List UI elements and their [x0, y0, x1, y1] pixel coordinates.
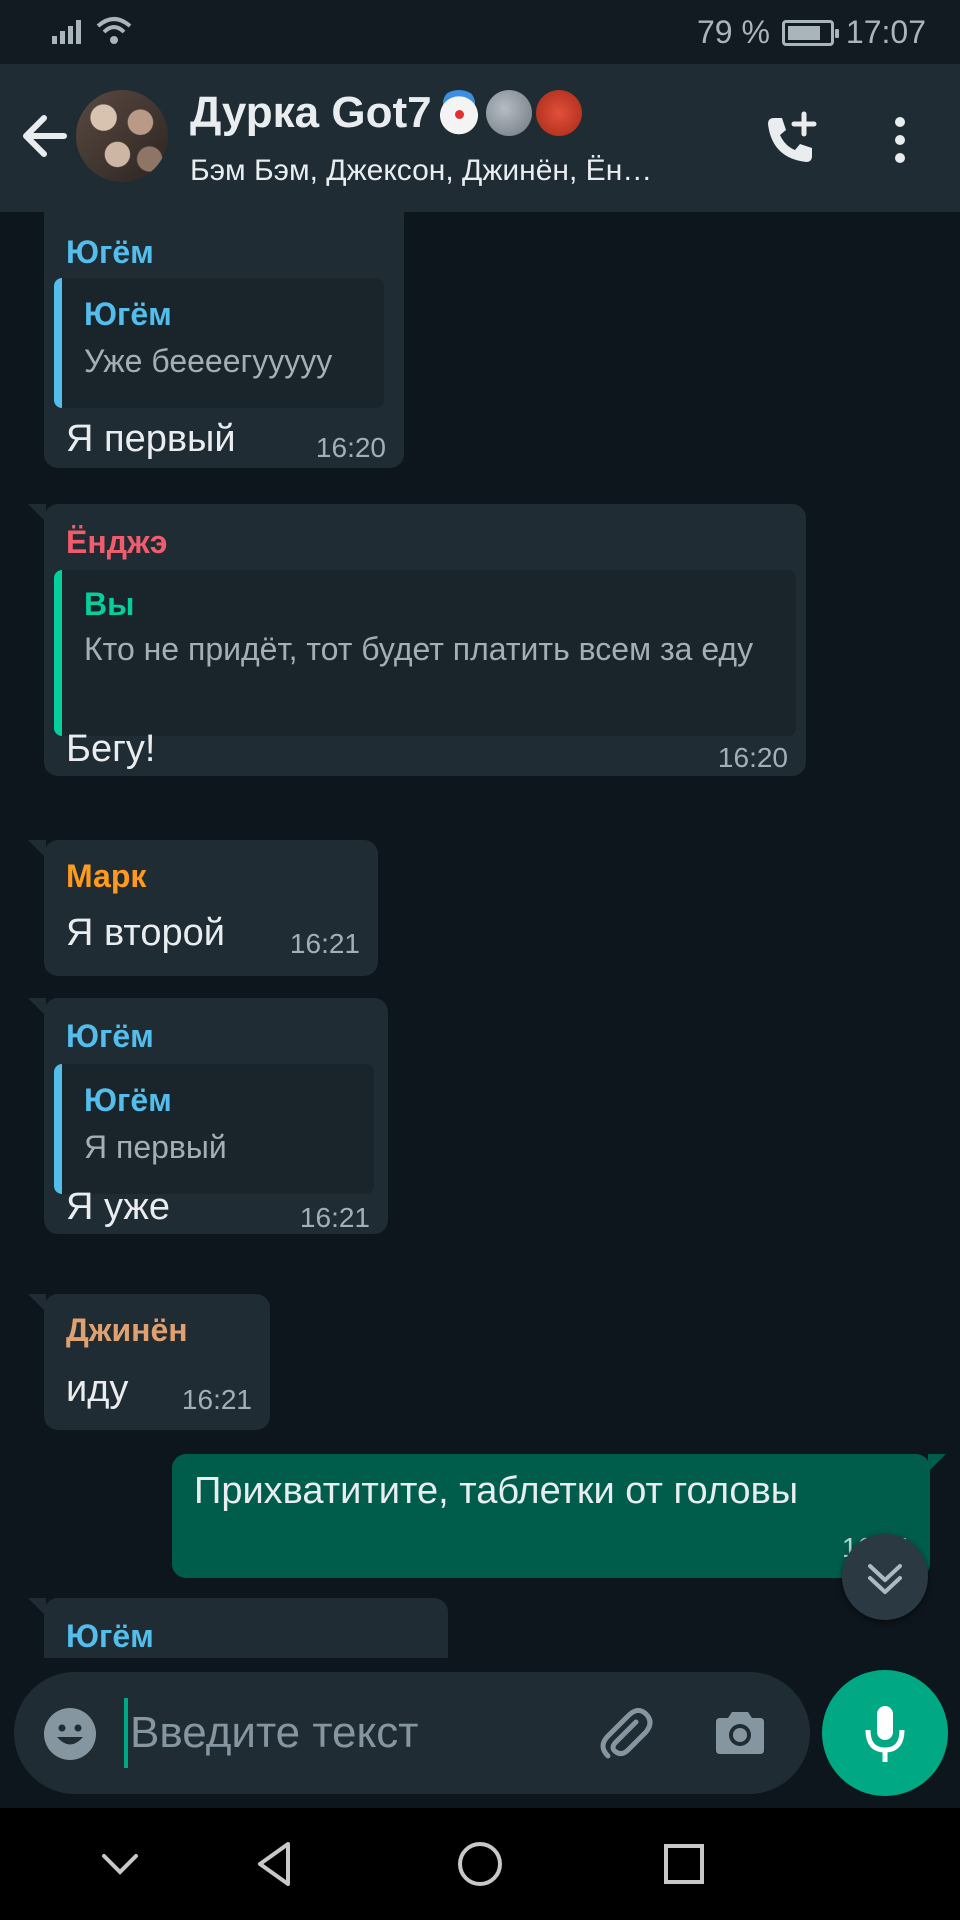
message-input[interactable] [124, 1698, 574, 1768]
battery-icon [781, 19, 839, 46]
quoted-message[interactable]: Югём Уже беееегууууу [54, 278, 384, 408]
emoji-icon[interactable] [42, 1706, 98, 1762]
sender-name: Марк [66, 858, 147, 894]
message-bubble[interactable]: Марк Я второй 16:21 [28, 840, 378, 976]
attach-paperclip-icon[interactable] [594, 1702, 658, 1766]
sender-name: Югём [66, 1618, 154, 1654]
camera-icon[interactable] [708, 1702, 772, 1766]
chat-title[interactable]: Дурка Got7 [190, 88, 582, 138]
ogre-emoji-icon [535, 90, 582, 136]
sender-name: Джинён [66, 1312, 188, 1348]
chat-header: Дурка Got7 Бэм Бэм, Джексон, Джинён, Ён… [0, 64, 960, 212]
status-bar: 79 % 17:07 [0, 0, 960, 64]
outgoing-message-bubble[interactable]: Прихватитите, таблетки от головы 16:21 [172, 1454, 946, 1578]
signal-icon [52, 20, 81, 44]
message-time: 16:20 [717, 742, 788, 773]
recent-apps-square-icon[interactable] [654, 1834, 714, 1894]
message-bubble[interactable]: Джинён иду 16:21 [28, 1294, 270, 1430]
home-circle-icon[interactable] [450, 1834, 510, 1894]
quoted-sender: Югём [84, 296, 172, 332]
back-triangle-icon[interactable] [246, 1834, 306, 1894]
scroll-to-bottom-button[interactable] [842, 1534, 928, 1620]
more-options-icon[interactable] [880, 108, 920, 172]
message-text: Я второй [66, 912, 225, 954]
message-bubble[interactable]: Югём [28, 1598, 448, 1658]
add-call-icon[interactable] [758, 108, 822, 172]
message-time: 16:20 [315, 432, 386, 463]
chat-title-text: Дурка Got7 [190, 88, 432, 137]
battery-percent: 79 % [696, 14, 770, 50]
hide-keyboard-chevron-icon[interactable] [90, 1834, 150, 1894]
message-time: 16:21 [299, 1202, 370, 1233]
message-text: иду [66, 1368, 129, 1410]
wifi-icon [96, 17, 132, 44]
quoted-sender: Югём [84, 1082, 172, 1118]
clock: 17:07 [845, 14, 926, 50]
sender-name: Югём [66, 234, 154, 270]
message-text: Я уже [66, 1186, 170, 1228]
back-arrow-icon[interactable] [14, 104, 78, 168]
whatsapp-chat-screen: 79 % 17:07 Дурка Got7 Бэм Бэм, Джексон, … [0, 0, 960, 1920]
clown-emoji-icon [435, 90, 482, 136]
quoted-sender: Вы [84, 586, 135, 622]
message-time: 16:21 [289, 928, 360, 959]
quoted-message[interactable]: Вы Кто не придёт, тот будет платить всем… [54, 570, 796, 736]
message-text: Я первый [66, 418, 236, 460]
quoted-text: Я первый [84, 1129, 227, 1165]
message-bubble[interactable]: Югём Югём Я первый Я уже 16:21 [28, 998, 388, 1234]
quoted-message[interactable]: Югём Я первый [54, 1064, 374, 1194]
sender-name: Югём [66, 1018, 154, 1054]
quoted-text: Уже беееегууууу [84, 343, 333, 379]
chat-participants[interactable]: Бэм Бэм, Джексон, Джинён, Ён… [190, 154, 652, 188]
voice-message-button[interactable] [822, 1670, 948, 1796]
quoted-text: Кто не придёт, тот будет платить всем за… [84, 631, 754, 667]
sender-name: Ёнджэ [66, 524, 168, 560]
message-input-container [14, 1672, 810, 1794]
group-avatar[interactable] [76, 90, 168, 182]
new-moon-face-emoji-icon [485, 90, 532, 136]
message-text: Бегу! [66, 728, 156, 770]
message-bubble[interactable]: Ёнджэ Вы Кто не придёт, тот будет платит… [28, 504, 806, 776]
message-bubble[interactable]: Югём Югём Уже беееегууууу Я первый 16:20 [44, 212, 404, 468]
system-navigation-bar [0, 1808, 960, 1920]
message-text: Прихватитите, таблетки от головы [194, 1470, 799, 1512]
microphone-icon [865, 1706, 905, 1762]
message-time: 16:21 [181, 1384, 252, 1415]
message-list[interactable]: Югём Югём Уже беееегууууу Я первый 16:20… [0, 212, 960, 1658]
double-chevron-down-icon [868, 1564, 902, 1594]
composer-bar [0, 1658, 960, 1808]
